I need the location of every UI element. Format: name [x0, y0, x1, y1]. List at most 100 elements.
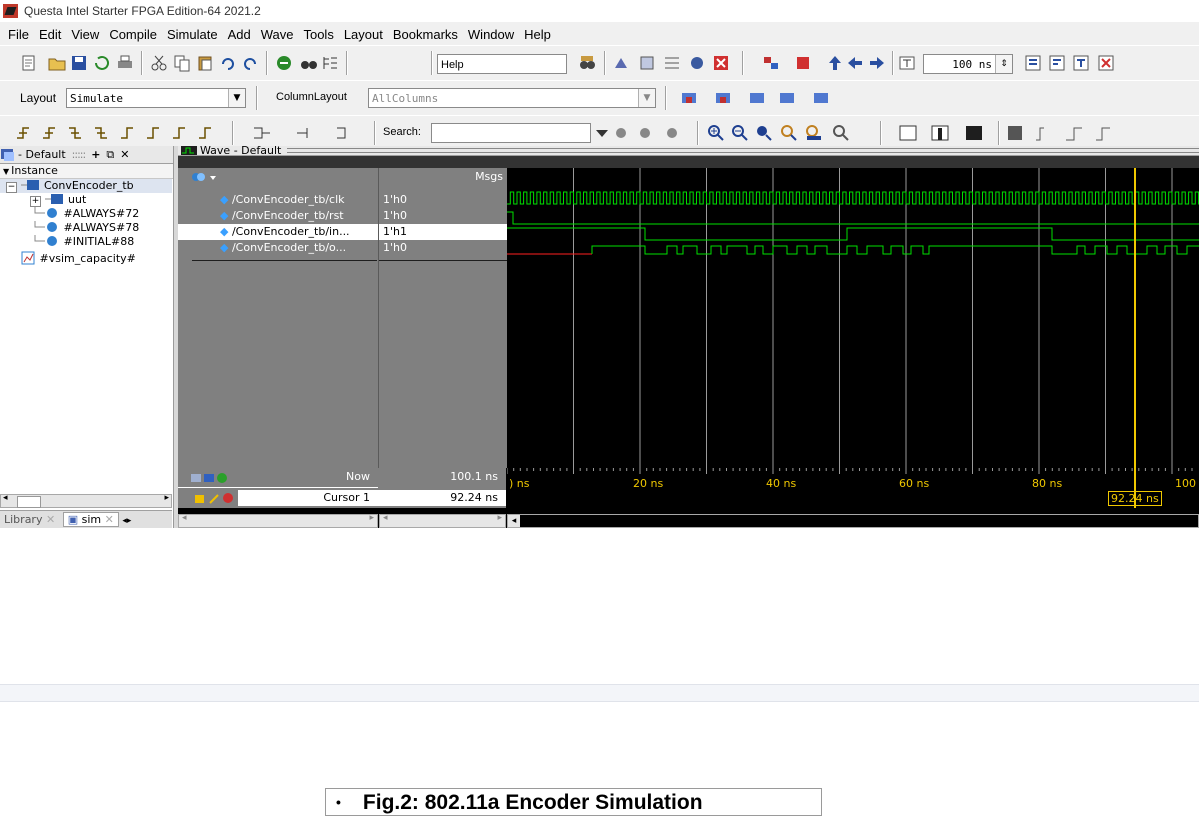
menu-view[interactable]: View — [71, 27, 99, 42]
search-dropdown-icon[interactable] — [593, 124, 611, 142]
tree-item-convencoder-tb[interactable]: − ConvEncoder_tb — [0, 179, 172, 193]
run-length-spin-icon[interactable]: ⇕ — [995, 55, 1012, 73]
structure-hscroll[interactable]: ◂ ▸ — [0, 493, 172, 508]
help-search-icon[interactable] — [578, 54, 596, 72]
pane-undock-icon[interactable]: ⧉ — [106, 148, 114, 162]
step-icon[interactable] — [794, 54, 812, 72]
reload-icon[interactable] — [93, 54, 111, 72]
run-icon[interactable] — [1024, 54, 1042, 72]
cursor-time-readout: 92.24 ns — [1108, 491, 1162, 506]
scroll-left-icon[interactable]: ◂ — [3, 493, 8, 503]
menu-edit[interactable]: Edit — [39, 27, 61, 42]
columnlayout-dropdown-icon[interactable]: ▼ — [638, 89, 655, 107]
zoom-last-icon[interactable] — [832, 124, 850, 142]
signal-row-out[interactable]: ◆ /ConvEncoder_tb/o... — [178, 240, 378, 256]
compile-all-icon[interactable] — [638, 54, 656, 72]
menu-simulate[interactable]: Simulate — [167, 27, 218, 42]
zoom-full-icon[interactable] — [755, 124, 773, 142]
tree-item-uut[interactable]: + uut — [0, 193, 86, 207]
compile-icon[interactable] — [612, 54, 630, 72]
tree-item-always-72[interactable]: #ALWAYS#72 — [0, 207, 139, 221]
edge-navigation-icon[interactable] — [15, 124, 225, 142]
waveform-hscroll[interactable]: ◂ — [507, 514, 1199, 528]
dataflow-icon[interactable] — [762, 54, 780, 72]
tab-scroll-icon[interactable]: ◂▸ — [122, 516, 131, 526]
simulate-icon[interactable] — [663, 54, 681, 72]
cursor-name[interactable]: Cursor 1 — [238, 490, 378, 506]
columnlayout-select[interactable]: AllColumns ▼ — [368, 88, 656, 108]
open-folder-icon[interactable] — [48, 54, 66, 72]
help-label: Help — [441, 59, 464, 71]
signal-row-in[interactable]: ◆ /ConvEncoder_tb/in... — [178, 224, 378, 240]
tree-item-vsim-capacity[interactable]: #vsim_capacity# — [0, 251, 136, 265]
end-sim-icon[interactable] — [712, 54, 730, 72]
zoom-range-icon[interactable] — [805, 124, 823, 142]
values-hscroll[interactable]: ◂ ▸ — [379, 513, 506, 528]
forward-arrow-icon[interactable] — [868, 54, 886, 72]
tab-library[interactable]: Library ✕ — [0, 513, 59, 526]
zoom-cursor-icon[interactable] — [780, 124, 798, 142]
menu-wave[interactable]: Wave — [261, 27, 294, 42]
cut-icon[interactable] — [150, 54, 168, 72]
copy-icon[interactable] — [173, 54, 191, 72]
menu-window[interactable]: Window — [468, 27, 514, 42]
cursor-tools-icon[interactable] — [194, 492, 238, 504]
run-length-field[interactable]: 100 ns ⇕ — [923, 54, 1013, 74]
save-icon[interactable] — [70, 54, 88, 72]
instance-column-header[interactable]: ▼ Instance — [0, 164, 173, 179]
zoom-out-icon[interactable] — [731, 124, 749, 142]
break-icon[interactable] — [688, 54, 706, 72]
layout-presets-icon[interactable] — [680, 89, 860, 107]
run-length-icon[interactable] — [898, 54, 916, 72]
menu-add[interactable]: Add — [228, 27, 251, 42]
layout-select[interactable]: Simulate ▼ — [66, 88, 246, 108]
stop-icon[interactable] — [275, 54, 293, 72]
redo-icon[interactable] — [241, 54, 259, 72]
questa-window: Questa Intel Starter FPGA Edition-64 202… — [0, 0, 1199, 528]
scroll-right-icon[interactable]: ▸ — [164, 493, 169, 503]
collapse-icon[interactable]: − — [6, 182, 17, 193]
wave-search-input[interactable] — [431, 123, 591, 143]
wave-display-icon[interactable] — [1006, 124, 1116, 142]
search-options-icon[interactable] — [612, 124, 682, 142]
pane-close-icon[interactable]: ✕ — [120, 148, 129, 161]
value-in: 1'h1 — [379, 224, 507, 240]
menu-layout[interactable]: Layout — [344, 27, 383, 42]
back-arrow-icon[interactable] — [846, 54, 864, 72]
layout-dropdown-icon[interactable]: ▼ — [228, 89, 245, 107]
new-file-icon[interactable] — [20, 54, 38, 72]
signal-row-rst[interactable]: ◆ /ConvEncoder_tb/rst — [178, 208, 378, 224]
add-cursor-icon[interactable] — [190, 472, 230, 484]
pane-add-icon[interactable]: + — [91, 148, 100, 161]
help-search-field[interactable]: Help — [437, 54, 567, 74]
menu-file[interactable]: File — [8, 27, 29, 42]
break-sim-icon[interactable] — [1097, 54, 1115, 72]
expand-icon[interactable]: + — [30, 196, 41, 207]
up-arrow-icon[interactable] — [826, 54, 844, 72]
names-hscroll[interactable]: ◂ ▸ — [178, 513, 378, 528]
print-icon[interactable] — [116, 54, 134, 72]
signal-row-clk[interactable]: ◆ /ConvEncoder_tb/clk — [178, 192, 378, 208]
paste-icon[interactable] — [196, 54, 214, 72]
menu-bookmarks[interactable]: Bookmarks — [393, 27, 458, 42]
collapse-icon[interactable] — [321, 54, 339, 72]
continue-icon[interactable] — [1048, 54, 1066, 72]
insert-signal-icon[interactable] — [252, 124, 372, 142]
tree-item-initial-88[interactable]: #INITIAL#88 — [0, 235, 134, 249]
find-icon[interactable] — [300, 54, 318, 72]
menu-tools[interactable]: Tools — [303, 27, 333, 42]
zoom-in-icon[interactable] — [707, 124, 725, 142]
menu-help[interactable]: Help — [524, 27, 551, 42]
run-all-icon[interactable] — [1072, 54, 1090, 72]
layout-toolbar: Layout Simulate ▼ ColumnLayout AllColumn… — [0, 80, 1199, 116]
wave-layout-icon[interactable] — [190, 170, 220, 184]
tree-item-always-78[interactable]: #ALWAYS#78 — [0, 221, 139, 235]
now-cursor-names: Now Cursor 1 — [178, 468, 378, 508]
menu-compile[interactable]: Compile — [109, 27, 157, 42]
wave-format-icon[interactable] — [898, 124, 988, 142]
undo-icon[interactable] — [219, 54, 237, 72]
out-trace — [591, 245, 1199, 255]
tab-sim[interactable]: ▣ sim ✕ — [62, 512, 119, 527]
waveform-plot[interactable] — [507, 168, 1199, 468]
pane-grip-icon[interactable]: ::::: — [72, 148, 86, 161]
